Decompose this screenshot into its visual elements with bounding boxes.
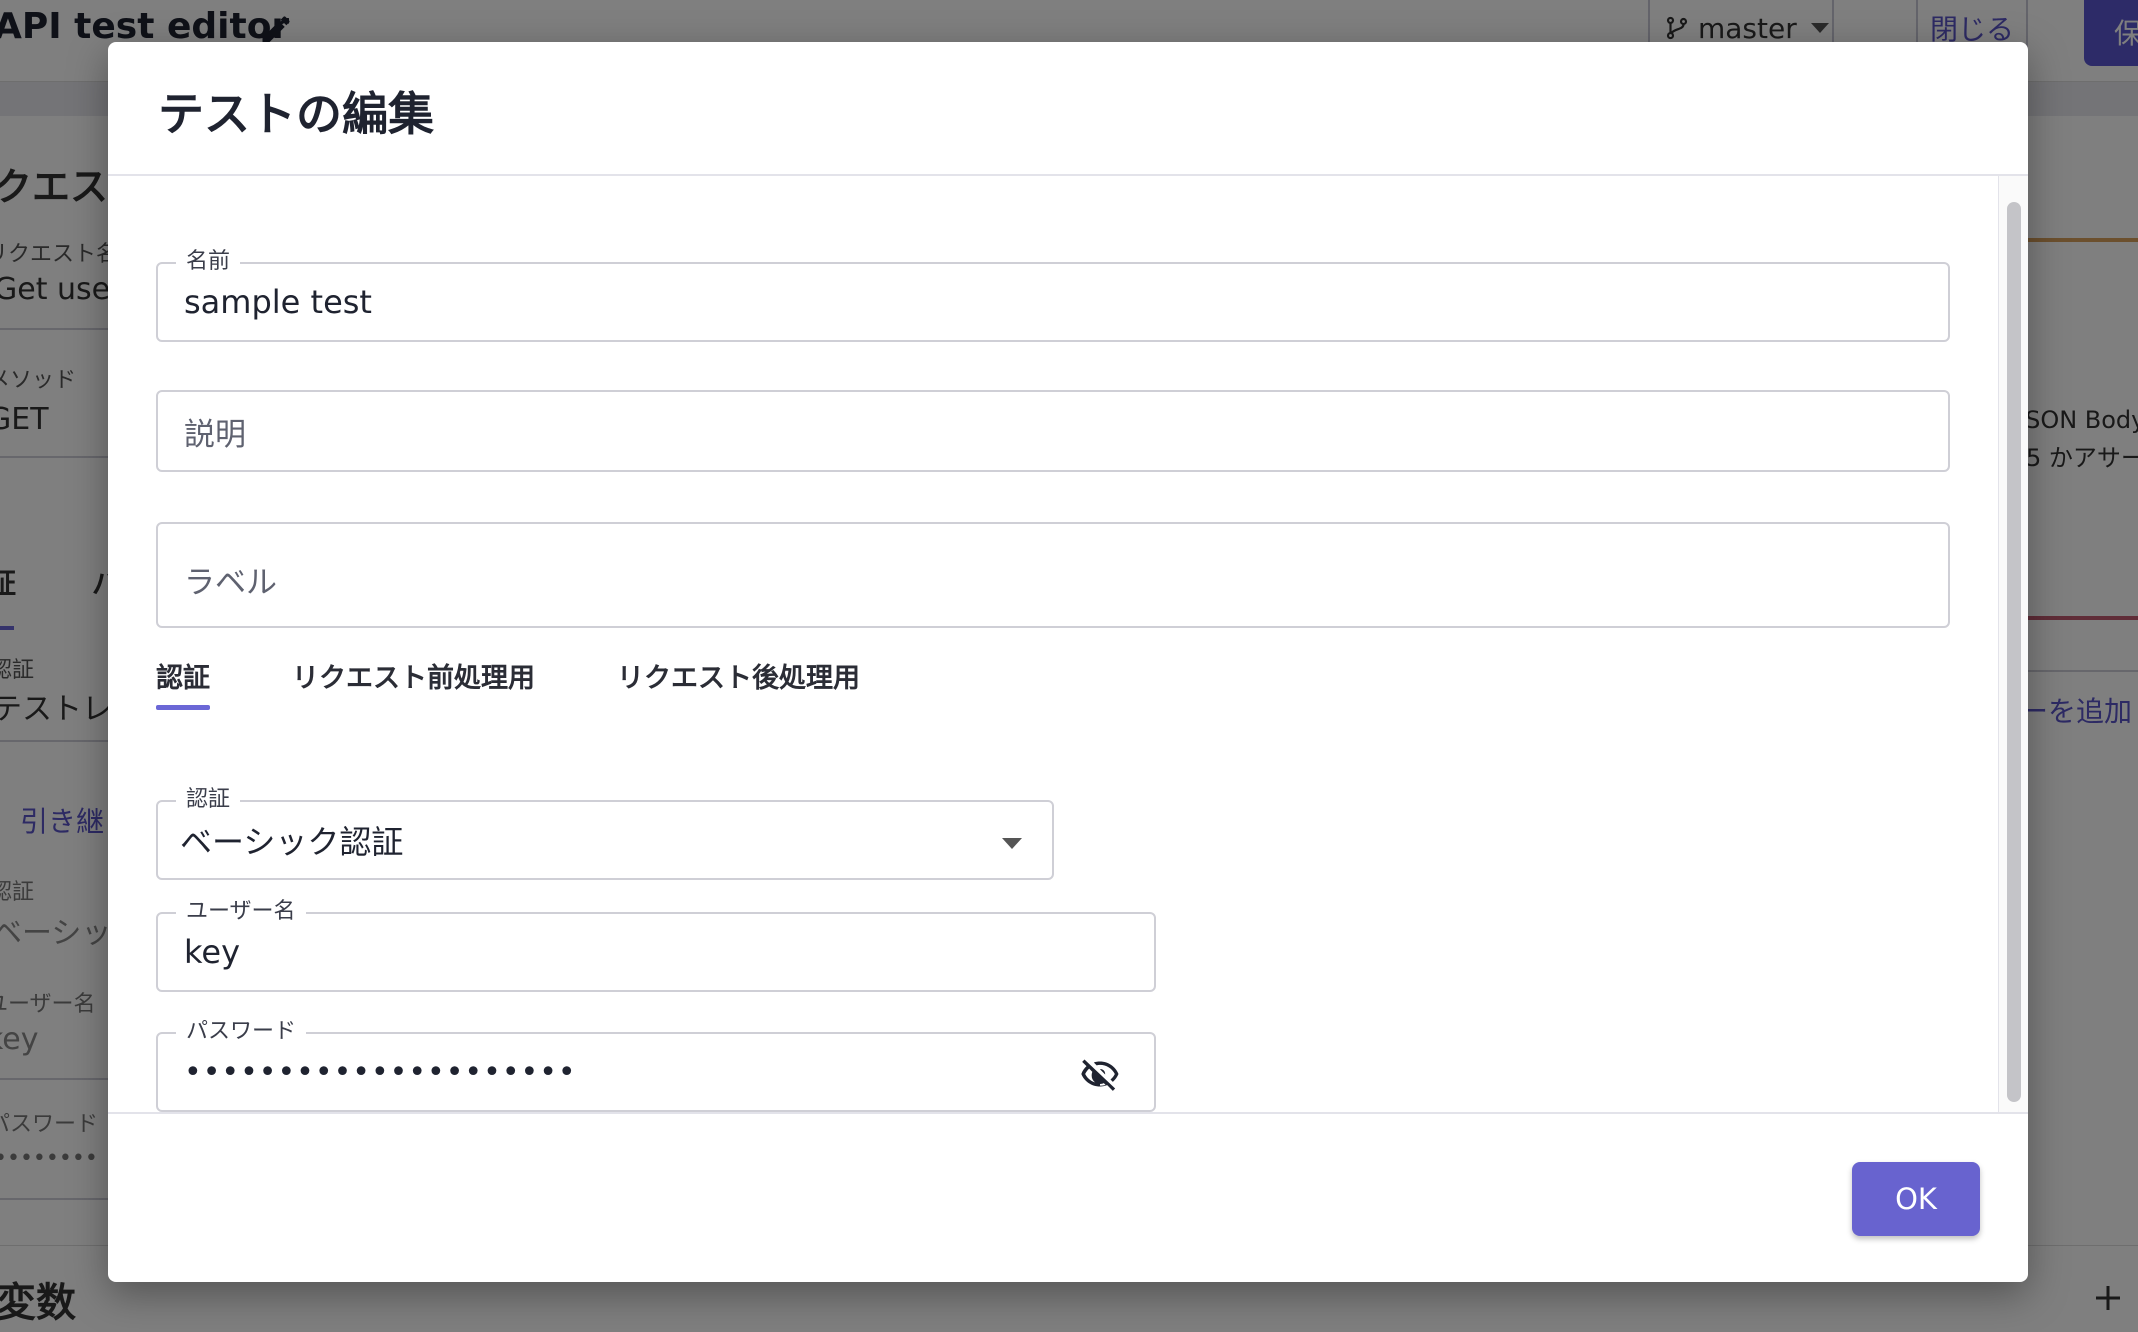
name-input[interactable]: sample test — [184, 264, 372, 340]
ok-button[interactable]: OK — [1852, 1162, 1980, 1236]
dialog-body: 名前 sample test 説明 ラベル 認証 リクエスト前処理用 リクエスト… — [108, 176, 2028, 1112]
label-input[interactable]: ラベル — [184, 524, 277, 626]
scrollbar-thumb[interactable] — [2007, 202, 2021, 1102]
name-field[interactable]: 名前 sample test — [156, 248, 1950, 342]
dialog-tabs: 認証 リクエスト前処理用 リクエスト後処理用 — [156, 646, 860, 710]
edit-test-dialog: テストの編集 名前 sample test 説明 ラベル 認証 リクエスト前処理… — [108, 42, 2028, 1282]
chevron-down-icon[interactable] — [1002, 838, 1022, 849]
description-field[interactable]: 説明 — [156, 390, 1950, 472]
username-input[interactable]: key — [184, 914, 240, 990]
tab-post-request[interactable]: リクエスト後処理用 — [617, 646, 860, 710]
password-input[interactable]: ••••••••••••••••••••• — [184, 1034, 577, 1110]
scrollbar[interactable] — [1998, 176, 2028, 1112]
username-field[interactable]: ユーザー名 key — [156, 898, 1156, 992]
dialog-title: テストの編集 — [158, 87, 434, 141]
dialog-header: テストの編集 — [108, 42, 2028, 176]
auth-type-value[interactable]: ベーシック認証 — [180, 802, 403, 878]
label-field[interactable]: ラベル — [156, 522, 1950, 628]
password-field[interactable]: パスワード ••••••••••••••••••••• — [156, 1018, 1156, 1112]
tab-auth[interactable]: 認証 — [156, 646, 210, 710]
auth-type-select[interactable]: 認証 ベーシック認証 — [156, 786, 1054, 880]
tab-pre-request[interactable]: リクエスト前処理用 — [292, 646, 535, 710]
description-input[interactable]: 説明 — [184, 392, 246, 470]
dialog-footer: OK — [108, 1112, 2028, 1282]
eye-off-icon[interactable] — [1080, 1054, 1120, 1094]
